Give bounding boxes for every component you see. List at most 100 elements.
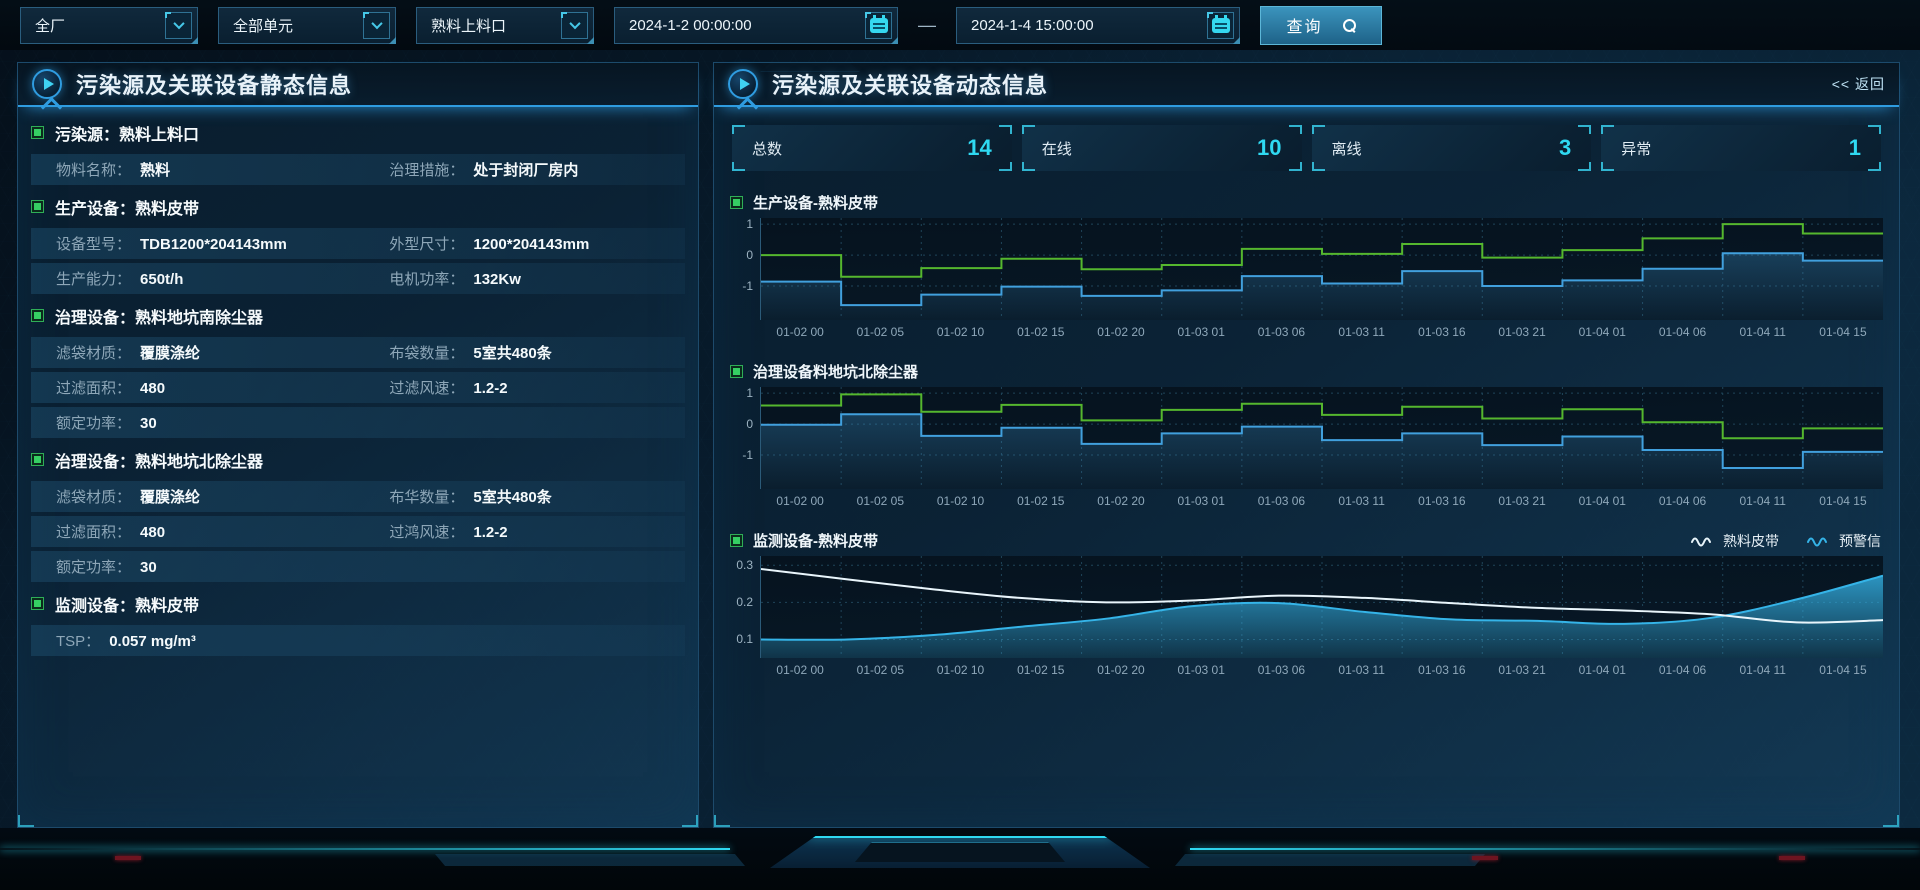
play-icon bbox=[32, 69, 62, 99]
calendar-icon bbox=[1212, 18, 1230, 33]
y-tick-label: 1 bbox=[746, 217, 753, 231]
chart-block: 治理设备料地坑北除尘器 10-1 01-02 0001-02 0501-02 1… bbox=[730, 356, 1883, 513]
dynamic-info-body: 总数 14 在线 10 离线 3 异常 1 生产设备-熟料皮带 10-1 01-… bbox=[714, 107, 1899, 682]
search-icon bbox=[1343, 19, 1356, 32]
x-tick-label: 01-02 20 bbox=[1081, 325, 1161, 339]
info-section-header: 污染源：熟料上料口 bbox=[31, 115, 685, 150]
x-tick-label: 01-04 06 bbox=[1642, 494, 1722, 508]
x-tick-label: 01-03 01 bbox=[1161, 494, 1241, 508]
info-section-text: 治理设备：熟料地坑南除尘器 bbox=[55, 304, 263, 328]
info-cell-value: 132Kw bbox=[473, 271, 521, 288]
green-square-bullet-icon bbox=[730, 365, 743, 378]
chart-area: 0.30.20.1 bbox=[730, 556, 1883, 658]
select-dropdown-button[interactable] bbox=[363, 12, 390, 39]
chart-plot[interactable] bbox=[760, 556, 1883, 658]
back-button[interactable]: << 返回 bbox=[1832, 74, 1885, 94]
green-square-bullet-icon bbox=[31, 200, 44, 213]
chart-title: 治理设备料地坑北除尘器 bbox=[753, 361, 918, 382]
x-tick-label: 01-02 10 bbox=[920, 494, 1000, 508]
info-cell-label: TSP： bbox=[56, 630, 100, 651]
filter-select[interactable]: 全部单元 bbox=[218, 7, 396, 44]
y-tick-label: 0.2 bbox=[736, 595, 753, 609]
stat-value: 14 bbox=[967, 135, 991, 161]
info-cell: 治理措施： 处于封闭厂房内 bbox=[389, 159, 685, 180]
chart-area: 10-1 bbox=[730, 387, 1883, 489]
filter-select[interactable]: 全厂 bbox=[20, 7, 198, 44]
x-tick-label: 01-04 15 bbox=[1803, 494, 1883, 508]
info-cell-value: 480 bbox=[140, 380, 165, 397]
info-cell: 生产能力： 650t/h bbox=[56, 268, 389, 289]
chart-y-axis: 10-1 bbox=[730, 387, 760, 489]
info-row: 滤袋材质： 覆膜涤纶 布华数量： 5室共480条 bbox=[31, 481, 685, 512]
info-cell-label: 过滤面积： bbox=[56, 521, 131, 542]
info-section-text: 生产设备：熟料皮带 bbox=[55, 195, 199, 219]
info-cell-label: 生产能力： bbox=[56, 268, 131, 289]
date-from-input[interactable]: 2024-1-2 00:00:00 bbox=[614, 7, 898, 44]
x-tick-label: 01-03 06 bbox=[1241, 494, 1321, 508]
info-cell-value: 650t/h bbox=[140, 271, 183, 288]
info-row: 过滤面积： 480 过鸿风速： 1.2-2 bbox=[31, 516, 685, 547]
info-cell: 过滤面积： 480 bbox=[56, 377, 389, 398]
info-cell-label: 物料名称： bbox=[56, 159, 131, 180]
chart-title-row: 监测设备-熟料皮带 熟料皮带 预警信 bbox=[730, 525, 1883, 556]
chart-y-axis: 10-1 bbox=[730, 218, 760, 320]
chart-x-axis: 01-02 0001-02 0501-02 1001-02 1501-02 20… bbox=[760, 658, 1883, 682]
info-cell-value: 覆膜涤纶 bbox=[140, 342, 200, 363]
legend-item[interactable]: 预警信 bbox=[1807, 531, 1881, 551]
static-info-panel: 污染源及关联设备静态信息 污染源：熟料上料口 物料名称： 熟料 治理措施： 处于… bbox=[17, 62, 699, 828]
info-cell-value: 1.2-2 bbox=[473, 524, 507, 541]
green-square-bullet-icon bbox=[31, 126, 44, 139]
x-tick-label: 01-02 05 bbox=[840, 494, 920, 508]
date-to-calendar-button[interactable] bbox=[1207, 12, 1234, 39]
x-tick-label: 01-03 11 bbox=[1322, 325, 1402, 339]
x-tick-label: 01-02 10 bbox=[920, 325, 1000, 339]
info-cell-value: 1200*204143mm bbox=[473, 236, 589, 253]
stat-card: 在线 10 bbox=[1022, 125, 1302, 171]
info-row: 滤袋材质： 覆膜涤纶 布袋数量： 5室共480条 bbox=[31, 337, 685, 368]
info-cell: 外型尺寸： 1200*204143mm bbox=[389, 233, 685, 254]
chart-y-axis: 0.30.20.1 bbox=[730, 556, 760, 658]
select-dropdown-button[interactable] bbox=[165, 12, 192, 39]
chart-title-row: 治理设备料地坑北除尘器 bbox=[730, 356, 1883, 387]
green-square-bullet-icon bbox=[31, 597, 44, 610]
info-cell-label: 布华数量： bbox=[389, 486, 464, 507]
x-tick-label: 01-02 20 bbox=[1081, 663, 1161, 677]
info-cell-label: 过滤面积： bbox=[56, 377, 131, 398]
date-from-calendar-button[interactable] bbox=[865, 12, 892, 39]
info-cell-value: 30 bbox=[140, 559, 157, 576]
x-tick-label: 01-04 01 bbox=[1562, 325, 1642, 339]
date-range-separator: — bbox=[918, 15, 936, 36]
stat-value: 10 bbox=[1257, 135, 1281, 161]
legend-label: 熟料皮带 bbox=[1723, 531, 1779, 551]
info-cell-label: 额定功率： bbox=[56, 412, 131, 433]
filter-select[interactable]: 熟料上料口 bbox=[416, 7, 594, 44]
x-tick-label: 01-03 06 bbox=[1241, 325, 1321, 339]
info-cell: 滤袋材质： 覆膜涤纶 bbox=[56, 342, 389, 363]
info-cell: 滤袋材质： 覆膜涤纶 bbox=[56, 486, 389, 507]
x-tick-label: 01-04 01 bbox=[1562, 663, 1642, 677]
info-cell-label: 过鸿风速： bbox=[389, 521, 464, 542]
info-cell-value: 0.057 mg/m³ bbox=[109, 633, 196, 650]
info-cell-value: 5室共480条 bbox=[473, 342, 551, 363]
stat-card: 总数 14 bbox=[732, 125, 1012, 171]
info-row: 额定功率： 30 bbox=[31, 551, 685, 582]
info-cell-value: 5室共480条 bbox=[473, 486, 551, 507]
legend-item[interactable]: 熟料皮带 bbox=[1691, 531, 1779, 551]
green-square-bullet-icon bbox=[730, 196, 743, 209]
date-to-input[interactable]: 2024-1-4 15:00:00 bbox=[956, 7, 1240, 44]
x-tick-label: 01-03 06 bbox=[1241, 663, 1321, 677]
query-button[interactable]: 查询 bbox=[1260, 6, 1382, 45]
info-row: 物料名称： 熟料 治理措施： 处于封闭厂房内 bbox=[31, 154, 685, 185]
x-tick-label: 01-03 21 bbox=[1482, 325, 1562, 339]
x-tick-label: 01-04 11 bbox=[1723, 663, 1803, 677]
chart-plot[interactable] bbox=[760, 387, 1883, 489]
info-cell: 布袋数量： 5室共480条 bbox=[389, 342, 685, 363]
chart-plot[interactable] bbox=[760, 218, 1883, 320]
chart-x-axis: 01-02 0001-02 0501-02 1001-02 1501-02 20… bbox=[760, 320, 1883, 344]
filter-select-value: 全厂 bbox=[35, 15, 65, 36]
date-from-value: 2024-1-2 00:00:00 bbox=[629, 17, 752, 34]
x-tick-label: 01-02 00 bbox=[760, 663, 840, 677]
info-section-header: 监测设备：熟料皮带 bbox=[31, 586, 685, 621]
info-section-text: 污染源：熟料上料口 bbox=[55, 121, 199, 145]
select-dropdown-button[interactable] bbox=[561, 12, 588, 39]
